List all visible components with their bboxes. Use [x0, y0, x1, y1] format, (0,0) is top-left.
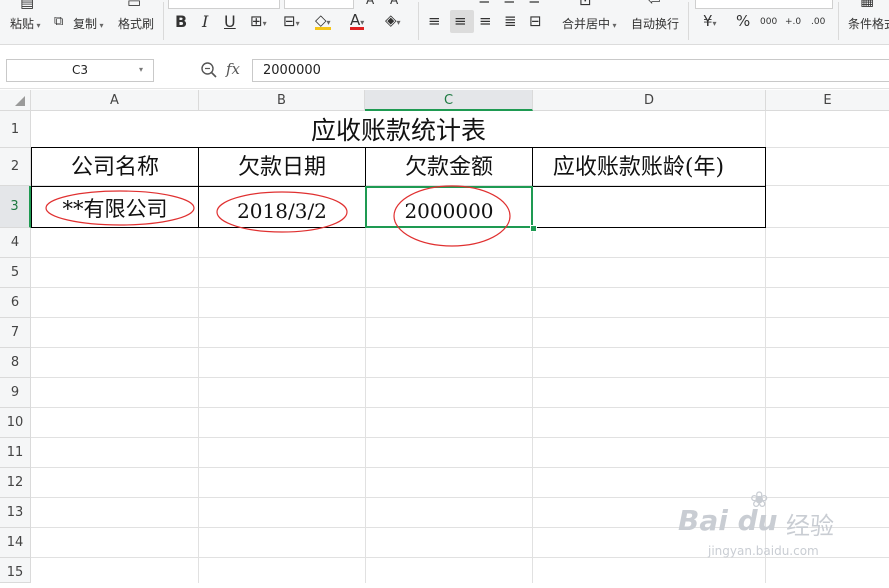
watermark-logo: Bai du	[678, 504, 778, 537]
annotation-ellipse	[45, 190, 195, 226]
watermark-brand: 经验	[786, 512, 834, 540]
watermark-url: jingyan.baidu.com	[708, 544, 819, 558]
annotation-ellipse	[216, 191, 348, 233]
annotation-ellipse	[393, 185, 511, 247]
